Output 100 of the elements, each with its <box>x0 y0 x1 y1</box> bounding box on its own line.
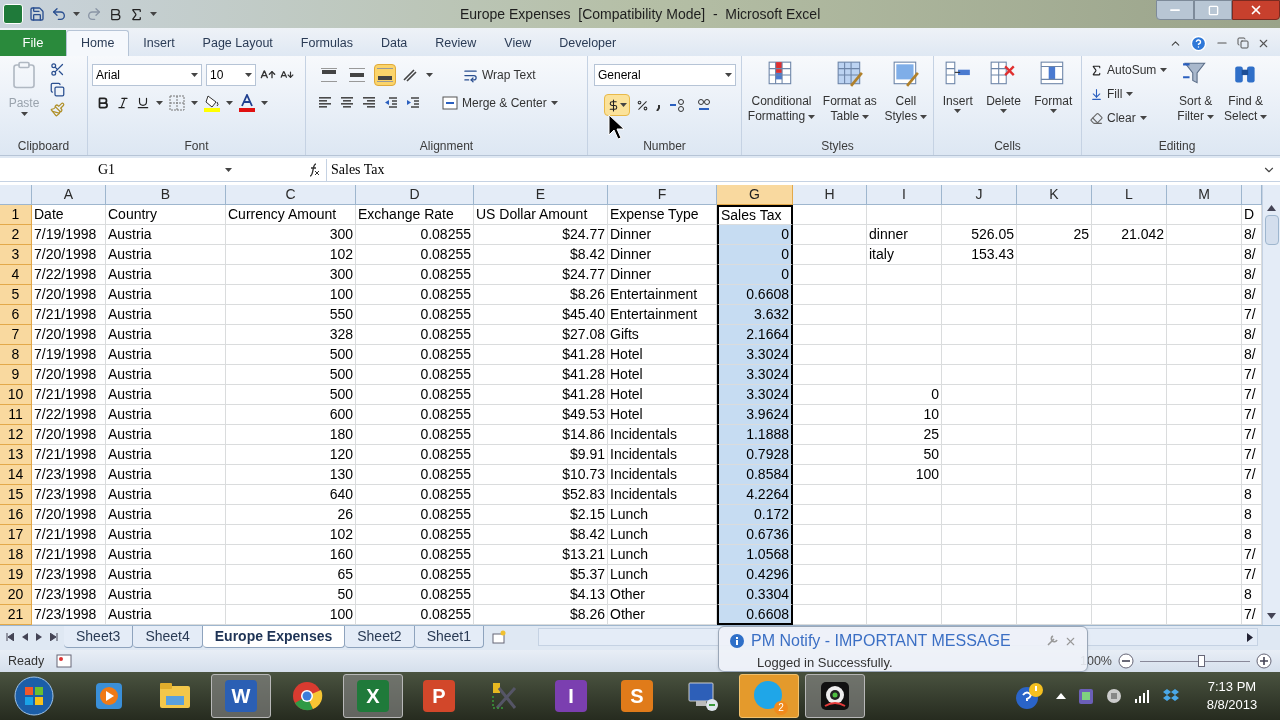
editing-button[interactable]: Fill <box>1090 84 1168 104</box>
tray-device-icon[interactable] <box>1106 688 1122 704</box>
empty-cell[interactable] <box>1092 445 1167 465</box>
format-painter-icon[interactable] <box>50 102 65 117</box>
italic-icon[interactable] <box>116 96 130 110</box>
column-header[interactable]: J <box>942 185 1017 205</box>
merge-center-button[interactable]: Merge & Center <box>442 94 558 112</box>
empty-cell[interactable] <box>1017 245 1092 265</box>
row-header[interactable]: 15 <box>0 485 32 505</box>
row-header[interactable]: 2 <box>0 225 32 245</box>
empty-cell[interactable] <box>1017 425 1092 445</box>
restore-button[interactable] <box>1194 0 1232 20</box>
column-header[interactable]: C <box>226 185 356 205</box>
empty-cell[interactable] <box>942 365 1017 385</box>
empty-cell[interactable] <box>1167 425 1242 445</box>
empty-cell[interactable] <box>942 485 1017 505</box>
ribbon-tab[interactable]: Home <box>66 30 130 56</box>
row-header[interactable]: 21 <box>0 605 32 625</box>
empty-cell[interactable] <box>867 565 942 585</box>
row-header[interactable]: 19 <box>0 565 32 585</box>
ribbon-tab[interactable]: Insert <box>129 30 189 56</box>
signal-icon[interactable] <box>1134 689 1150 703</box>
empty-cell[interactable] <box>1167 285 1242 305</box>
row-header[interactable]: 9 <box>0 365 32 385</box>
empty-cell[interactable] <box>942 305 1017 325</box>
cells-button[interactable]: Delete <box>986 60 1021 113</box>
percent-icon[interactable] <box>636 98 649 112</box>
column-header[interactable]: L <box>1092 185 1167 205</box>
column-header[interactable]: F <box>608 185 717 205</box>
empty-cell[interactable] <box>1167 485 1242 505</box>
row-header[interactable]: 14 <box>0 465 32 485</box>
last-sheet-icon[interactable] <box>50 633 58 641</box>
empty-cell[interactable] <box>1017 525 1092 545</box>
empty-cell[interactable] <box>1167 265 1242 285</box>
row-header[interactable]: 4 <box>0 265 32 285</box>
column-header[interactable]: A <box>32 185 106 205</box>
previous-sheet-icon[interactable] <box>22 633 28 641</box>
fill-color-icon[interactable] <box>204 94 220 112</box>
select-all-corner[interactable] <box>0 185 32 205</box>
row-header[interactable]: 3 <box>0 245 32 265</box>
column-header[interactable]: B <box>106 185 226 205</box>
empty-cell[interactable] <box>942 205 1017 225</box>
slider-thumb[interactable] <box>1197 655 1205 667</box>
empty-cell[interactable] <box>1092 545 1167 565</box>
taskbar-button[interactable]: P <box>409 674 469 718</box>
taskbar-button[interactable]: I <box>541 674 601 718</box>
column-header[interactable]: I <box>867 185 942 205</box>
row-header[interactable]: 13 <box>0 445 32 465</box>
sheet-tab[interactable]: Sheet4 <box>133 626 203 648</box>
empty-cell[interactable] <box>1092 305 1167 325</box>
settings-icon[interactable] <box>1046 635 1058 647</box>
row-header[interactable]: 17 <box>0 525 32 545</box>
help-icon[interactable] <box>1190 34 1207 52</box>
save-icon[interactable] <box>29 6 45 22</box>
editing-menu-button[interactable]: Sort & Filter <box>1177 60 1215 137</box>
empty-cell[interactable] <box>867 285 942 305</box>
editing-button[interactable]: AutoSum <box>1090 60 1168 80</box>
first-sheet-icon[interactable] <box>6 633 14 641</box>
underline-icon[interactable] <box>136 96 150 110</box>
number-format-field[interactable]: General <box>594 64 736 86</box>
empty-cell[interactable] <box>1092 485 1167 505</box>
row-header[interactable]: 11 <box>0 405 32 425</box>
sum-icon[interactable] <box>129 6 144 22</box>
style-button[interactable]: Cell Styles <box>884 60 928 124</box>
empty-cell[interactable] <box>867 305 942 325</box>
empty-cell[interactable] <box>1167 205 1242 225</box>
empty-cell[interactable] <box>1167 545 1242 565</box>
empty-cell[interactable] <box>1167 405 1242 425</box>
column-header[interactable]: M <box>1167 185 1242 205</box>
increase-indent-icon[interactable] <box>406 97 420 109</box>
font-size-field[interactable]: 10 <box>206 64 256 86</box>
empty-cell[interactable] <box>1092 205 1167 225</box>
increase-decimal-icon[interactable] <box>669 98 687 112</box>
empty-cell[interactable] <box>1017 325 1092 345</box>
empty-cell[interactable] <box>1017 465 1092 485</box>
empty-cell[interactable] <box>1167 525 1242 545</box>
empty-cell[interactable] <box>1167 325 1242 345</box>
empty-cell[interactable] <box>867 205 942 225</box>
excel-icon[interactable] <box>3 4 23 24</box>
column-header[interactable] <box>1242 185 1262 205</box>
empty-cell[interactable] <box>1092 365 1167 385</box>
column-header[interactable]: K <box>1017 185 1092 205</box>
ribbon-tab[interactable]: Data <box>366 30 422 56</box>
empty-cell[interactable] <box>793 205 867 225</box>
file-tab[interactable]: File <box>0 30 66 56</box>
bold-icon[interactable] <box>108 6 123 22</box>
currency-button[interactable] <box>604 94 630 116</box>
row-header[interactable]: 8 <box>0 345 32 365</box>
zoom-slider[interactable] <box>1140 655 1250 667</box>
empty-cell[interactable] <box>1167 245 1242 265</box>
empty-cell[interactable] <box>1092 265 1167 285</box>
redo-icon[interactable] <box>86 6 102 22</box>
empty-cell[interactable] <box>942 525 1017 545</box>
empty-cell[interactable] <box>942 425 1017 445</box>
ribbon-tab[interactable]: Page Layout <box>188 30 287 56</box>
empty-cell[interactable] <box>1017 565 1092 585</box>
ribbon-tab[interactable]: View <box>490 30 546 56</box>
macro-record-icon[interactable] <box>56 654 73 668</box>
orientation-icon[interactable] <box>402 68 420 82</box>
column-header[interactable]: E <box>474 185 608 205</box>
